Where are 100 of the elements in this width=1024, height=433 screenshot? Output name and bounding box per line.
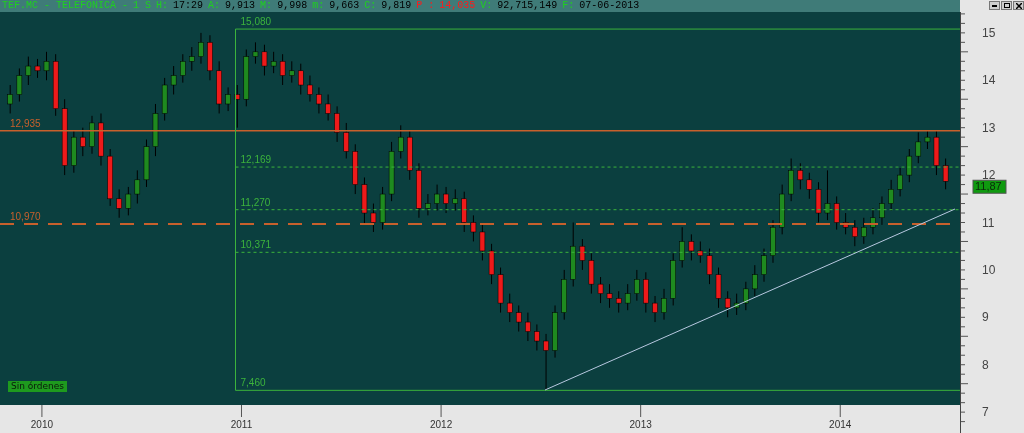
year-label: 2011	[230, 419, 253, 430]
candlestick	[279, 53, 286, 86]
price-axis-label: 10	[982, 262, 996, 277]
candlestick	[189, 46, 195, 72]
candlestick	[507, 293, 513, 323]
price-axis-label: 8	[982, 357, 989, 372]
candlestick	[379, 186, 386, 231]
candlestick	[597, 276, 604, 304]
year-label: 2012	[429, 419, 453, 430]
field-value: 9,998	[277, 0, 308, 12]
field-label: H:	[156, 0, 169, 12]
candlestick	[243, 48, 250, 107]
candlestick	[434, 184, 440, 212]
candlestick	[143, 139, 150, 188]
candlestick	[733, 293, 740, 316]
field-value: 9,913	[225, 0, 256, 12]
candlestick	[80, 127, 86, 157]
candlestick	[752, 264, 758, 297]
candlestick	[207, 34, 213, 81]
candlestick	[343, 122, 350, 159]
field-value: 9,819	[381, 0, 412, 12]
candlestick	[688, 233, 695, 261]
status-label: Sin órdenes	[8, 381, 67, 392]
candlestick	[715, 267, 722, 309]
candlestick	[116, 188, 122, 219]
year-label: 2014	[829, 419, 852, 430]
field-value: 14,035	[439, 0, 476, 12]
field-label: P :	[416, 0, 435, 12]
candlestick	[152, 103, 159, 157]
candlestick	[388, 141, 395, 202]
reference-line-label: 15,080	[240, 16, 272, 28]
candlestick	[525, 312, 531, 342]
candlestick	[534, 323, 540, 351]
field-label: V:	[480, 0, 493, 12]
candlestick	[307, 75, 313, 103]
candlestick	[416, 162, 422, 219]
field-label: m:	[312, 0, 325, 12]
symbol-label: TEF.MC - TELEFONICA -	[2, 0, 129, 12]
candlestick	[488, 243, 495, 285]
candlestick	[779, 184, 785, 235]
price-axis-label: 9	[982, 310, 989, 325]
reference-line-label: 10,970	[10, 210, 41, 222]
year-label: 2013	[629, 419, 652, 430]
candlestick	[234, 84, 241, 129]
candlestick	[797, 162, 804, 190]
candlestick	[25, 56, 32, 86]
candlestick	[34, 58, 41, 79]
candlestick	[479, 224, 486, 261]
candlestick	[7, 84, 13, 114]
reference-line-label: 12,935	[10, 117, 41, 129]
field-label: F:	[562, 0, 575, 12]
candlestick	[543, 333, 549, 391]
candlestick	[570, 222, 576, 287]
candlestick	[852, 219, 858, 247]
candlestick	[261, 44, 268, 77]
price-axis-label: 15	[982, 25, 996, 40]
candlestick	[697, 240, 704, 264]
candlestick	[452, 188, 458, 212]
candlestick	[125, 186, 132, 216]
candlestick	[824, 169, 831, 221]
candlestick	[98, 112, 104, 167]
candlestick	[52, 53, 59, 117]
candlestick	[933, 129, 940, 176]
candlestick	[606, 283, 613, 309]
candlestick	[588, 252, 595, 295]
candlestick	[579, 238, 586, 271]
candlestick	[615, 290, 622, 314]
field-value: 17:29	[173, 0, 204, 12]
candlestick	[225, 86, 231, 112]
candlestick	[298, 63, 304, 95]
reference-line-label: 7,460	[240, 377, 266, 389]
candlestick	[107, 148, 113, 207]
candlestick	[679, 226, 685, 269]
candlestick	[861, 217, 867, 245]
candlestick	[216, 60, 222, 114]
candlestick	[470, 214, 477, 242]
candlestick	[398, 124, 404, 159]
candlestick	[788, 158, 794, 202]
candlestick	[770, 219, 776, 264]
candlestick	[289, 60, 295, 84]
candlestick	[652, 295, 658, 323]
field-value: 07-06-2013	[579, 0, 640, 12]
field-label: M:	[260, 0, 273, 12]
year-label: 2010	[30, 419, 54, 430]
candlestick	[316, 86, 322, 114]
candlestick	[842, 212, 849, 235]
candlestick	[724, 290, 731, 318]
maximize-icon[interactable]	[1001, 1, 1012, 10]
minimize-icon[interactable]	[989, 1, 1000, 10]
close-icon[interactable]	[1013, 1, 1024, 10]
price-axis-label: 13	[982, 120, 996, 135]
candlestick	[515, 304, 522, 333]
candlestick	[624, 283, 631, 311]
price-axis-label: 7	[982, 405, 989, 420]
candlestick	[43, 51, 50, 81]
candlestick	[815, 181, 822, 223]
candlestick	[706, 248, 713, 285]
field-value: 9,663	[329, 0, 360, 12]
candlestick	[942, 158, 949, 190]
field-label: A:	[208, 0, 221, 12]
